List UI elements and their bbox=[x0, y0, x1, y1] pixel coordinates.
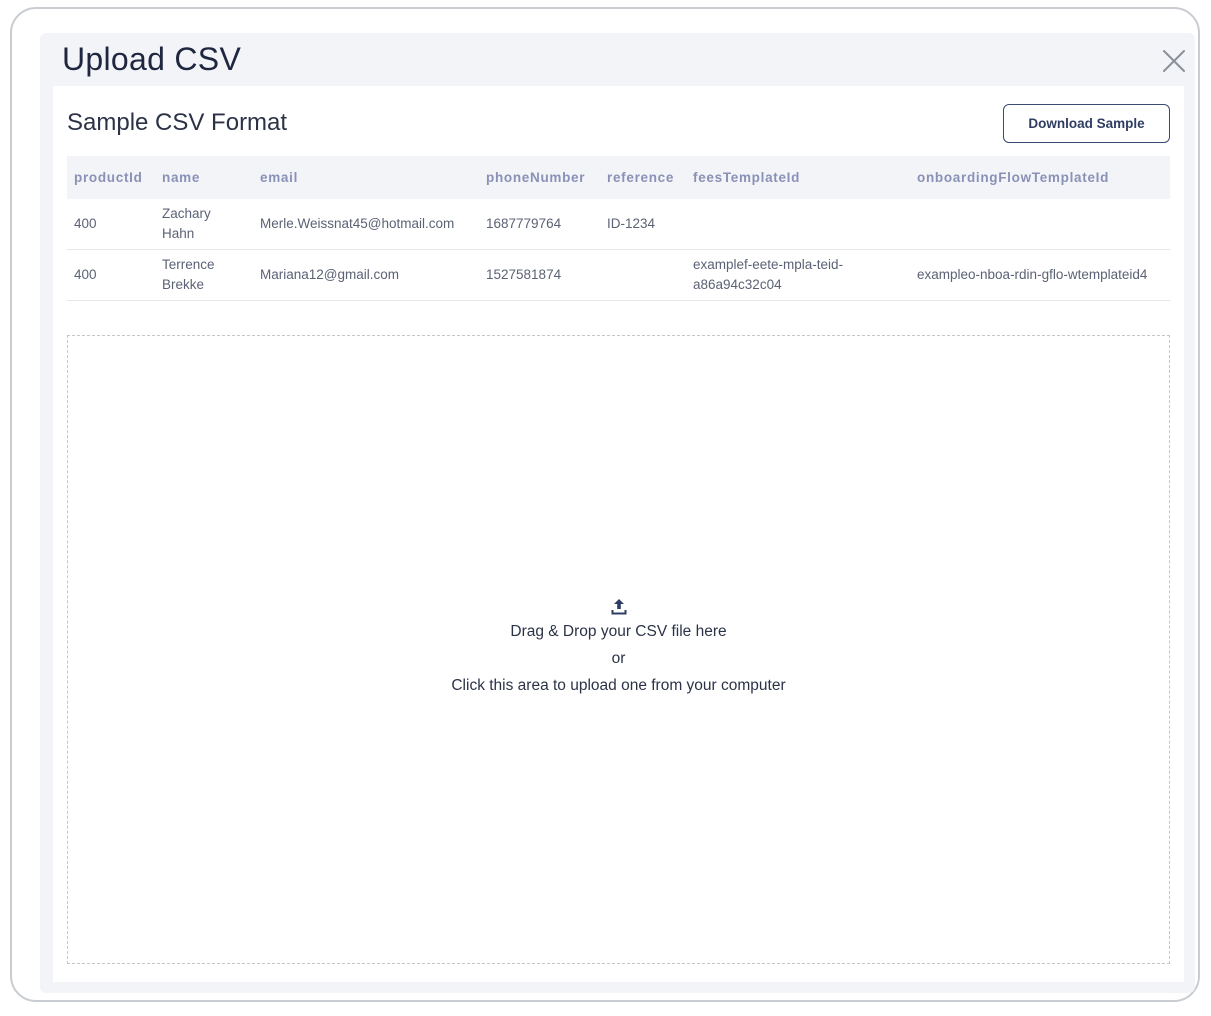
upload-csv-modal: Upload CSV Sample CSV Format Download Sa… bbox=[40, 33, 1195, 993]
column-header-email: email bbox=[260, 170, 299, 185]
close-button[interactable] bbox=[1160, 47, 1188, 75]
table-header-row: productId name email phoneNumber referen… bbox=[67, 156, 1170, 199]
column-header-productid: productId bbox=[74, 170, 143, 185]
cell-email: Mariana12@gmail.com bbox=[253, 249, 479, 301]
column-header-feestemplateid: feesTemplateId bbox=[693, 170, 801, 185]
column-header-phonenumber: phoneNumber bbox=[486, 170, 586, 185]
cell-reference bbox=[600, 249, 686, 301]
cell-onboardingflowtemplateid: exampleo-nboa-rdin-gflo-wtemplateid4 bbox=[910, 249, 1170, 301]
cell-name: Terrence Brekke bbox=[155, 249, 253, 301]
table-row: 400 Zachary Hahn Merle.Weissnat45@hotmai… bbox=[67, 199, 1170, 250]
table-row: 400 Terrence Brekke Mariana12@gmail.com … bbox=[67, 249, 1170, 301]
dropzone-click-instruction: Click this area to upload one from your … bbox=[451, 677, 786, 694]
dropzone-or-text: or bbox=[611, 650, 626, 667]
cell-productid: 400 bbox=[67, 199, 155, 250]
column-header-onboardingflowtemplateid: onboardingFlowTemplateId bbox=[917, 170, 1110, 185]
modal-title: Upload CSV bbox=[62, 41, 242, 77]
cell-phonenumber: 1687779764 bbox=[479, 199, 600, 250]
window-frame: Upload CSV Sample CSV Format Download Sa… bbox=[10, 7, 1200, 1002]
column-header-name: name bbox=[162, 170, 201, 185]
sample-format-title: Sample CSV Format bbox=[67, 109, 288, 136]
cell-reference: ID-1234 bbox=[600, 199, 686, 250]
close-icon bbox=[1163, 50, 1185, 72]
cell-name: Zachary Hahn bbox=[155, 199, 253, 250]
cell-email: Merle.Weissnat45@hotmail.com bbox=[253, 199, 479, 250]
dropzone-content: Drag & Drop your CSV file here or Click … bbox=[68, 598, 1169, 699]
cell-feestemplateid: examplef-eete-mpla-teid-a86a94c32c04 bbox=[686, 249, 910, 301]
modal-body: Sample CSV Format Download Sample produc… bbox=[53, 86, 1184, 982]
sample-csv-table: productId name email phoneNumber referen… bbox=[67, 156, 1170, 301]
csv-dropzone[interactable]: Drag & Drop your CSV file here or Click … bbox=[67, 335, 1170, 964]
cell-phonenumber: 1527581874 bbox=[479, 249, 600, 301]
column-header-reference: reference bbox=[607, 170, 675, 185]
download-sample-button[interactable]: Download Sample bbox=[1003, 104, 1170, 143]
upload-icon bbox=[611, 599, 626, 615]
cell-feestemplateid bbox=[686, 199, 910, 250]
dropzone-instruction: Drag & Drop your CSV file here bbox=[510, 623, 727, 640]
cell-productid: 400 bbox=[67, 249, 155, 301]
cell-onboardingflowtemplateid bbox=[910, 199, 1170, 250]
